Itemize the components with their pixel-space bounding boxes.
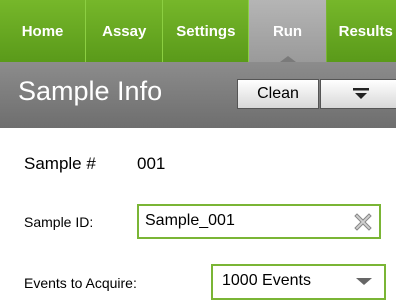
events-value: 1000 Events bbox=[222, 272, 311, 289]
title-bar: Sample Info Clean bbox=[0, 62, 396, 128]
sample-id-input[interactable]: Sample_001 bbox=[137, 204, 381, 239]
tab-run-label: Run bbox=[272, 22, 303, 40]
clear-icon[interactable] bbox=[351, 210, 375, 234]
clean-button[interactable]: Clean bbox=[237, 79, 319, 109]
clean-button-label: Clean bbox=[257, 85, 299, 102]
tab-results-label: Results bbox=[338, 22, 393, 40]
tab-run[interactable]: Run bbox=[249, 0, 327, 62]
tab-assay-label: Assay bbox=[102, 22, 147, 40]
sample-number-value: 001 bbox=[137, 154, 166, 173]
tab-home[interactable]: Home bbox=[0, 0, 87, 62]
tab-results[interactable]: Results bbox=[327, 0, 396, 62]
chevron-down-icon bbox=[356, 278, 372, 285]
sample-id-value: Sample_001 bbox=[145, 212, 235, 229]
tab-settings-label: Settings bbox=[176, 22, 236, 40]
events-dropdown[interactable]: 1000 Events bbox=[211, 264, 386, 300]
tab-settings[interactable]: Settings bbox=[163, 0, 250, 62]
sample-number-label: Sample # bbox=[24, 154, 96, 173]
top-nav: Home Assay Settings Run Results bbox=[0, 0, 396, 62]
tab-assay[interactable]: Assay bbox=[86, 0, 164, 62]
filter-menu-icon bbox=[353, 88, 369, 99]
page-title: Sample Info bbox=[18, 76, 163, 106]
events-label: Events to Acquire: bbox=[24, 275, 137, 291]
menu-button[interactable] bbox=[320, 79, 396, 109]
tab-home-label: Home bbox=[21, 22, 64, 40]
sample-id-label: Sample ID: bbox=[24, 214, 94, 230]
